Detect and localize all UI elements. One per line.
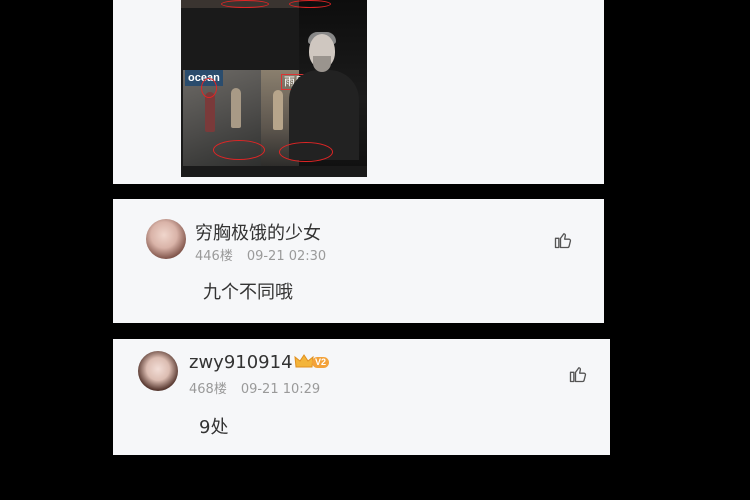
comment-card: 穷胸极饿的少女 446楼 09-21 02:30 九个不同哦 [113, 199, 604, 323]
avatar[interactable] [146, 219, 186, 259]
comic-figure-mid [273, 90, 283, 130]
vip-level: V2 [312, 356, 330, 368]
crown-icon [294, 354, 314, 368]
thumbs-up-icon[interactable] [568, 364, 588, 384]
avatar[interactable] [138, 351, 178, 391]
post-image-card: ocean 雨风 [113, 0, 604, 184]
difference-marker [213, 140, 265, 160]
comic-figure-center [231, 88, 241, 128]
comic-figure-left [205, 92, 215, 132]
comment-card: zwy910914 V2 468楼 09-21 10:29 9处 [113, 339, 610, 455]
difference-marker [201, 78, 217, 98]
comment-floor: 446楼 [195, 249, 233, 264]
thumbs-up-icon[interactable] [553, 230, 573, 250]
difference-marker [289, 0, 331, 8]
comment-content: 九个不同哦 [203, 282, 293, 303]
comment-floor: 468楼 [189, 382, 227, 397]
comment-meta: 446楼 09-21 02:30 [195, 245, 326, 264]
comic-image[interactable]: ocean 雨风 [181, 0, 367, 177]
difference-marker [279, 142, 333, 162]
difference-marker [221, 0, 269, 8]
vip-badge: V2 [294, 354, 330, 370]
comment-time: 09-21 10:29 [240, 382, 321, 397]
comment-content: 9处 [199, 417, 229, 438]
comment-time: 09-21 02:30 [246, 249, 327, 264]
comment-meta: 468楼 09-21 10:29 [189, 378, 320, 397]
comment-username[interactable]: 穷胸极饿的少女 [195, 219, 321, 245]
comment-username[interactable]: zwy910914 [189, 352, 293, 373]
